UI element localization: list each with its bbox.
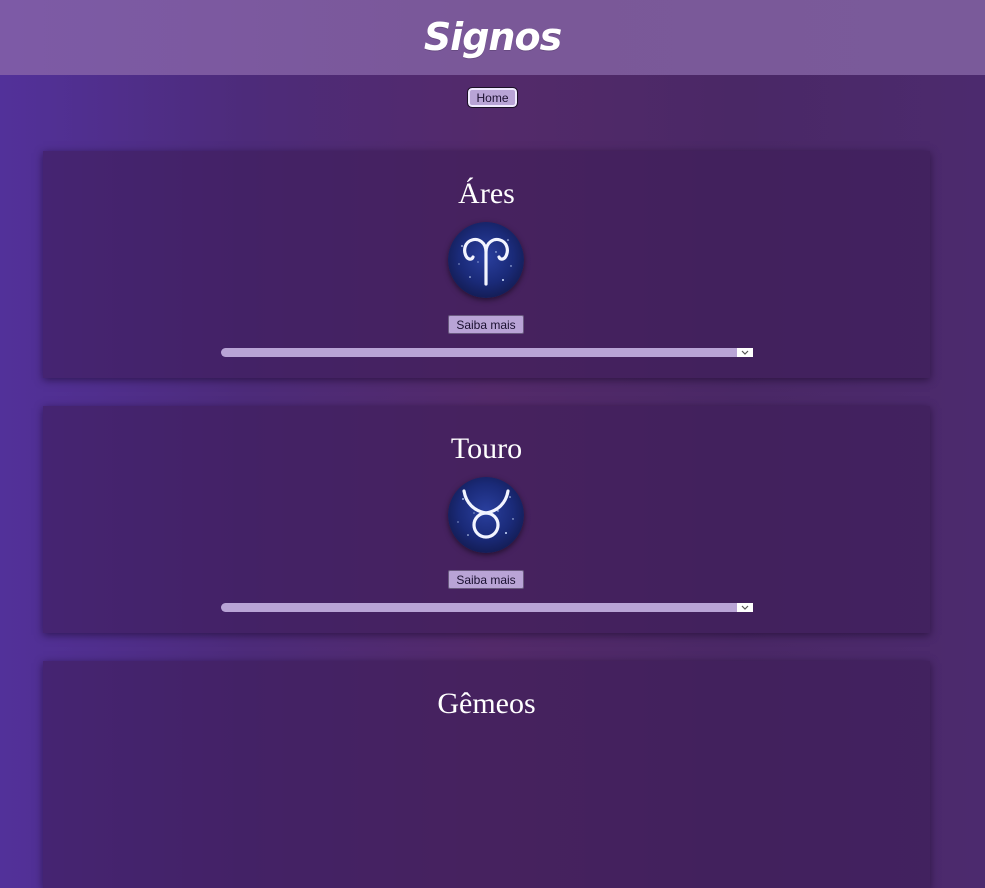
chevron-down-icon [741, 605, 749, 610]
chevron-down-icon [741, 350, 749, 355]
saiba-mais-button[interactable]: Saiba mais [448, 315, 524, 334]
sign-card-aries: Áres Saiba mais [43, 151, 930, 378]
header: Signos [0, 0, 985, 75]
sign-title: Touro [450, 432, 523, 465]
sign-card-gemini: Gêmeos [43, 661, 930, 888]
taurus-icon [448, 477, 524, 553]
aries-icon [448, 222, 524, 298]
sign-title: Áres [458, 177, 515, 210]
home-button[interactable]: Home [467, 87, 518, 108]
site-logo: Signos [423, 14, 562, 59]
dropdown-bar[interactable] [221, 603, 753, 612]
dropdown-bar[interactable] [221, 348, 753, 357]
saiba-mais-button[interactable]: Saiba mais [448, 570, 524, 589]
sign-card-taurus: Touro Saiba mais [43, 406, 930, 633]
dropdown-toggle[interactable] [737, 348, 753, 357]
dropdown-toggle[interactable] [737, 603, 753, 612]
sign-title: Gêmeos [437, 687, 536, 720]
nav-bar: Home [0, 87, 985, 108]
